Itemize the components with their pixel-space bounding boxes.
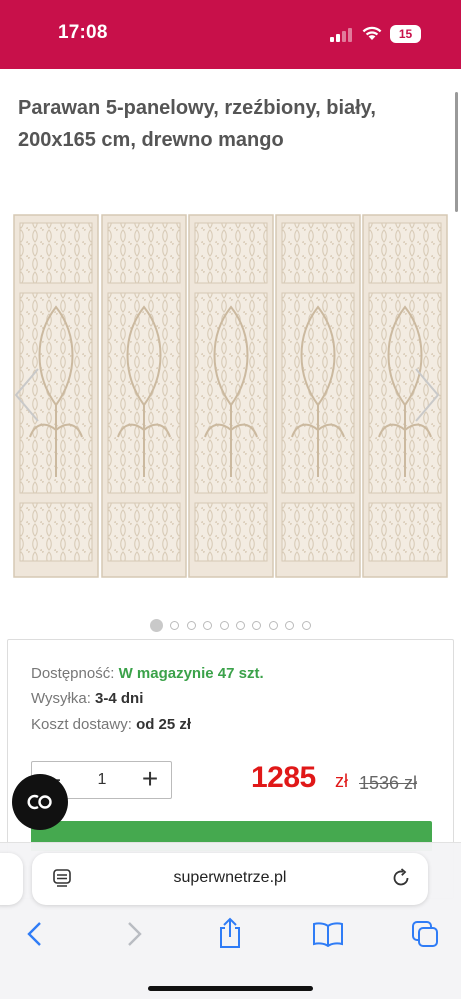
battery-icon: 15 (390, 25, 421, 43)
tabs-icon[interactable] (410, 919, 440, 949)
browser-toolbar: superwnetrze.pl (0, 842, 461, 999)
quantity-plus-button[interactable]: + (135, 763, 165, 795)
product-gallery[interactable] (0, 205, 461, 585)
forward-icon[interactable] (124, 919, 144, 949)
delivery-value: od 25 zł (136, 716, 192, 733)
previous-tab-card[interactable] (0, 853, 23, 905)
shipping-label: Wysyłka: (31, 690, 91, 707)
reload-icon[interactable] (390, 867, 412, 889)
delivery-label: Koszt dostawy: (31, 716, 132, 733)
back-icon[interactable] (25, 919, 45, 949)
gallery-dot[interactable] (170, 620, 180, 630)
product-title: Parawan 5-panelowy, rzeźbiony, biały, 20… (18, 97, 376, 151)
chat-button[interactable] (12, 774, 68, 830)
share-icon[interactable] (217, 917, 243, 949)
status-time: 17:08 (58, 22, 108, 43)
carved-screen-image (13, 214, 448, 578)
old-price: 1536 zł (359, 773, 418, 793)
price-block: 1285 zł 1536 zł (249, 761, 429, 801)
wifi-icon (361, 25, 383, 41)
delivery-row: Koszt dostawy: od 25 zł (31, 716, 191, 733)
url-text: superwnetrze.pl (173, 869, 287, 886)
address-bar[interactable]: superwnetrze.pl (32, 853, 428, 905)
availability-label: Dostępność: (31, 665, 115, 682)
scroll-indicator (455, 92, 458, 212)
gallery-dot[interactable] (203, 620, 213, 630)
gallery-dot[interactable] (150, 618, 163, 632)
shipping-row: Wysyłka: 3-4 dni (31, 690, 143, 707)
gallery-dot[interactable] (219, 620, 229, 630)
availability-value: W magazynie 47 szt. (118, 665, 264, 682)
chevron-left-icon[interactable] (12, 365, 42, 425)
shipping-value: 3-4 dni (95, 690, 144, 707)
gallery-dot[interactable] (285, 620, 295, 630)
availability-row: Dostępność: W magazynie 47 szt. (31, 665, 264, 682)
gallery-dot[interactable] (186, 620, 196, 630)
gallery-dot[interactable] (252, 620, 262, 630)
price-currency: zł (335, 771, 348, 791)
home-indicator (148, 986, 313, 991)
gallery-dot[interactable] (235, 620, 245, 630)
gallery-dot[interactable] (268, 620, 278, 630)
quantity-input[interactable] (80, 767, 124, 793)
gallery-pagination (150, 618, 318, 632)
bookmarks-icon[interactable] (312, 921, 344, 947)
gallery-dot[interactable] (301, 620, 311, 630)
chat-co-icon (27, 794, 52, 810)
chevron-right-icon[interactable] (412, 365, 442, 425)
status-bar: 17:08 15 (0, 0, 461, 69)
signal-icon (330, 28, 352, 42)
current-price: 1285 (251, 761, 316, 794)
